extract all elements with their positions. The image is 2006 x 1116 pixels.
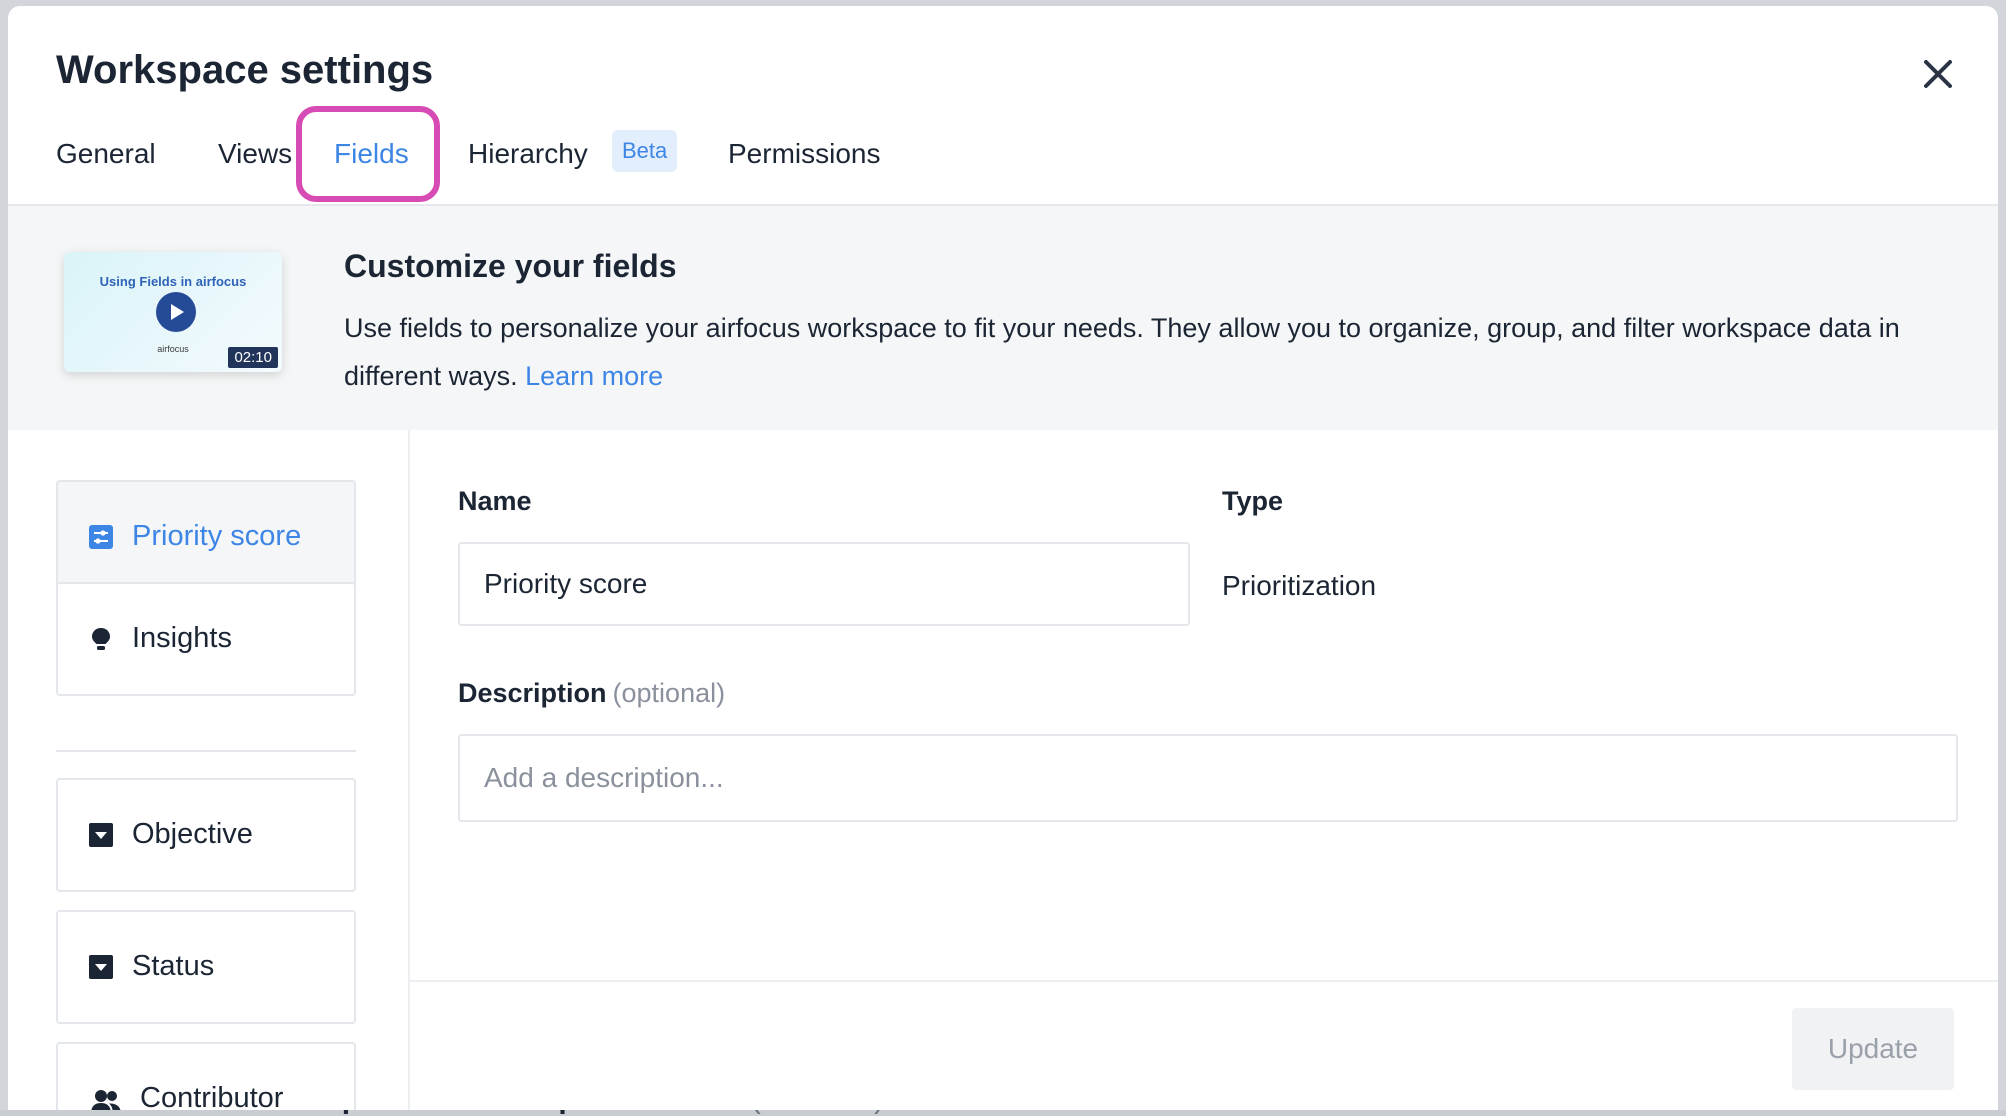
update-button[interactable]: Update: [1792, 1008, 1954, 1090]
description-input[interactable]: [458, 734, 1958, 822]
type-label: Type: [1222, 486, 1284, 516]
field-item-label: Objective: [132, 818, 253, 850]
learn-more-link[interactable]: Learn more: [525, 361, 663, 391]
beta-badge: Beta: [612, 130, 678, 172]
dropdown-field-icon: [89, 955, 113, 979]
field-item-insights[interactable]: Insights: [56, 582, 356, 696]
sliders-icon: [89, 525, 113, 549]
field-item-objective[interactable]: Objective: [56, 778, 356, 892]
name-input[interactable]: [458, 542, 1190, 626]
tab-fields[interactable]: Fields: [334, 138, 409, 170]
play-icon[interactable]: [156, 292, 196, 332]
field-item-label: Insights: [132, 622, 232, 654]
field-item-label: Priority score: [132, 520, 302, 552]
optional-hint: (optional): [612, 678, 726, 708]
dropdown-field-icon: [89, 823, 113, 847]
field-item-label: Status: [132, 950, 215, 982]
video-thumbnail[interactable]: Using Fields in airfocus airfocus 02:10: [64, 252, 282, 372]
field-item-label: Contributor: [140, 1082, 284, 1110]
type-value: Prioritization: [1222, 570, 1377, 601]
fields-list: Priority score Insights Objective Status: [8, 430, 410, 1110]
tab-permissions[interactable]: Permissions: [728, 138, 880, 170]
close-icon: [1924, 60, 1952, 88]
lightbulb-icon: [92, 628, 110, 650]
name-label: Name: [458, 486, 532, 516]
people-icon: [91, 1090, 121, 1110]
close-button[interactable]: [1914, 50, 1962, 98]
banner-title: Customize your fields: [344, 248, 677, 284]
tab-views[interactable]: Views: [218, 138, 292, 170]
field-edit-form: Name Type Prioritization Description(opt…: [410, 430, 1998, 1110]
fields-info-banner: Using Fields in airfocus airfocus 02:10 …: [8, 206, 1998, 430]
field-item-status[interactable]: Status: [56, 910, 356, 1024]
banner-text: Use fields to personalize your airfocus …: [344, 313, 1900, 391]
field-item-priority-score[interactable]: Priority score: [56, 480, 356, 594]
tab-general[interactable]: General: [56, 138, 156, 170]
video-title: Using Fields in airfocus: [99, 274, 247, 289]
fields-list-divider: [56, 750, 356, 752]
workspace-settings-modal: Workspace settings General Views Fields …: [8, 6, 1998, 1110]
description-label: Description (optional): [458, 678, 726, 708]
tab-hierarchy[interactable]: Hierarchy: [468, 138, 588, 170]
field-item-contributor[interactable]: Contributor: [56, 1042, 356, 1110]
form-footer-divider: [410, 980, 1998, 982]
video-duration: 02:10: [228, 347, 278, 368]
modal-title: Workspace settings: [56, 48, 434, 92]
